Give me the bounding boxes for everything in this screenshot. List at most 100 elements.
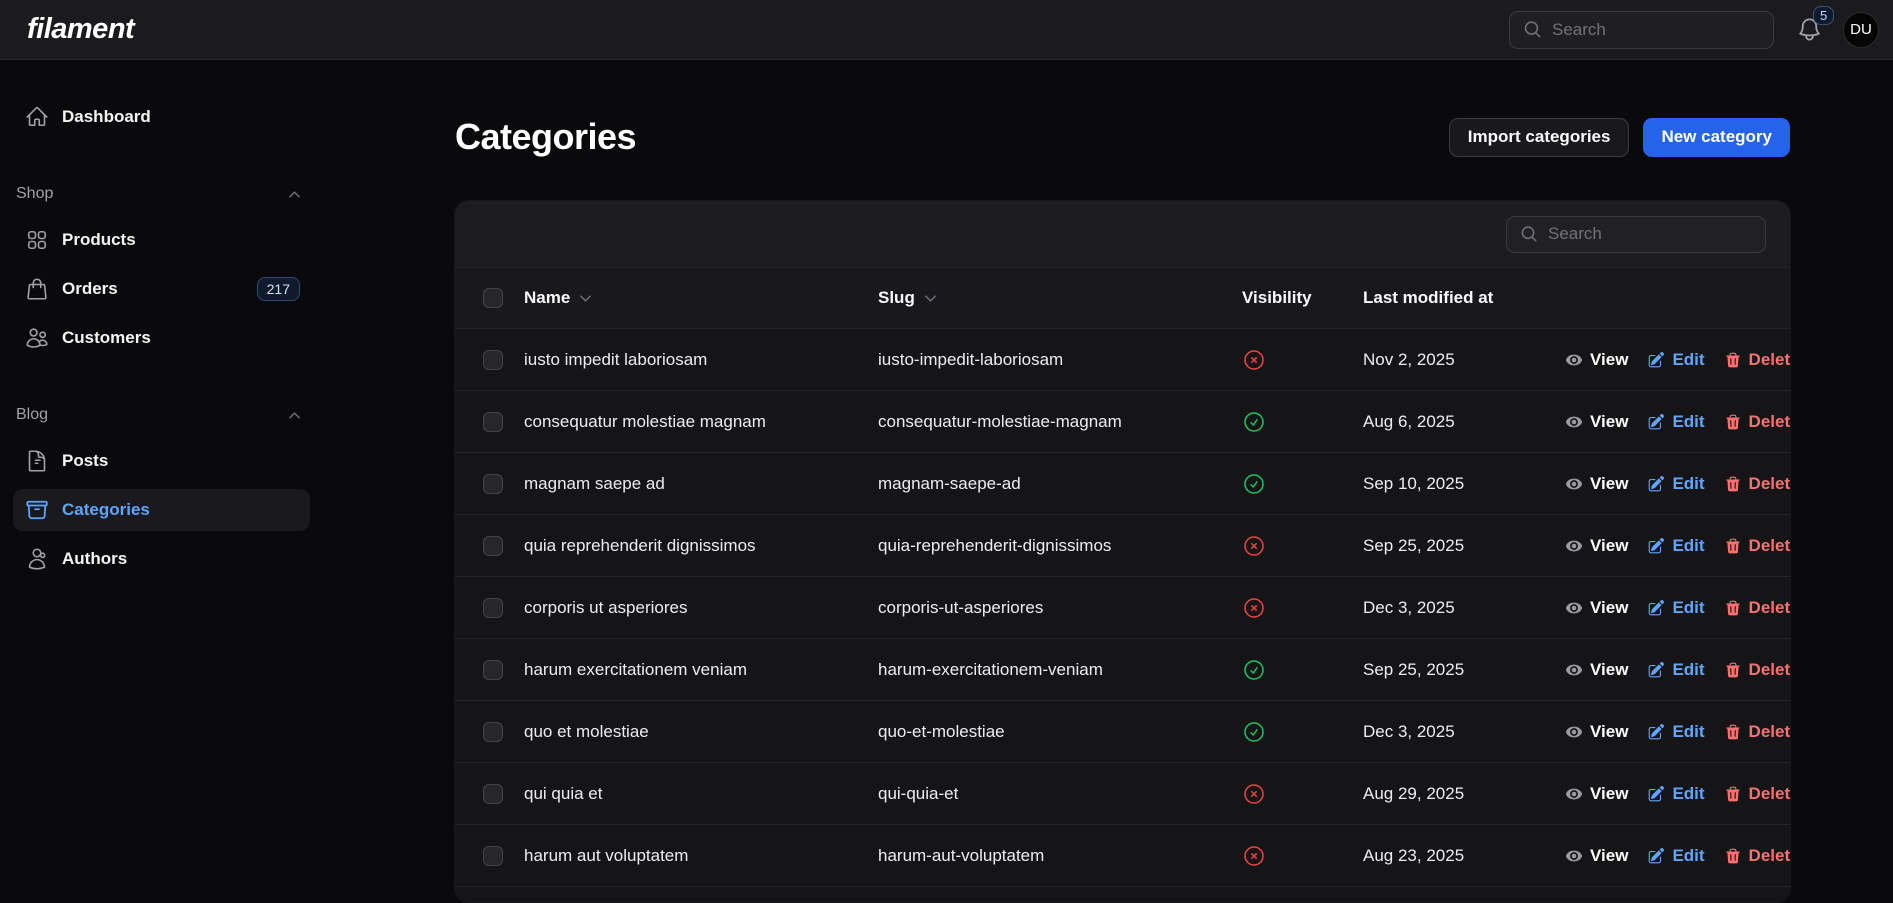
edit-action-label: Edit	[1672, 660, 1704, 680]
user-group-icon	[25, 326, 49, 350]
table-row[interactable]: harum exercitationem veniam harum-exerci…	[455, 639, 1790, 701]
view-action-button[interactable]: View	[1565, 846, 1628, 866]
orders-count-badge: 217	[257, 277, 300, 301]
cell-slug: magnam-saepe-ad	[878, 474, 1242, 494]
row-checkbox[interactable]	[483, 598, 503, 618]
row-checkbox[interactable]	[483, 474, 503, 494]
view-action-button[interactable]: View	[1565, 660, 1628, 680]
sidebar-item-dashboard[interactable]: Dashboard	[13, 96, 310, 138]
trash-icon	[1724, 413, 1742, 431]
row-checkbox[interactable]	[483, 660, 503, 680]
cell-last-modified: Sep 10, 2025	[1363, 474, 1565, 494]
column-header-name[interactable]: Name	[524, 288, 878, 308]
table-row[interactable]: magnam saepe ad magnam-saepe-ad Sep 10, …	[455, 453, 1790, 515]
edit-action-button[interactable]: Edit	[1647, 350, 1704, 370]
row-checkbox[interactable]	[483, 536, 503, 556]
sidebar-group-blog[interactable]: Blog	[16, 406, 302, 424]
table-row[interactable]: quo et molestiae quo-et-molestiae Dec 3,…	[455, 701, 1790, 763]
edit-action-label: Edit	[1672, 350, 1704, 370]
view-action-button[interactable]: View	[1565, 598, 1628, 618]
column-header-slug[interactable]: Slug	[878, 288, 1242, 308]
delete-action-button[interactable]: Delete	[1724, 722, 1790, 742]
view-action-button[interactable]: View	[1565, 722, 1628, 742]
edit-action-button[interactable]: Edit	[1647, 598, 1704, 618]
row-checkbox[interactable]	[483, 846, 503, 866]
view-action-button[interactable]: View	[1565, 412, 1628, 432]
delete-action-button[interactable]: Delete	[1724, 536, 1790, 556]
row-checkbox[interactable]	[483, 722, 503, 742]
view-action-label: View	[1590, 412, 1628, 432]
eye-icon	[1565, 413, 1583, 431]
delete-action-button[interactable]: Delete	[1724, 474, 1790, 494]
table-search-placeholder: Search	[1548, 224, 1602, 244]
column-header-last-modified: Last modified at	[1363, 288, 1565, 308]
cell-slug: iusto-impedit-laboriosam	[878, 350, 1242, 370]
view-action-button[interactable]: View	[1565, 350, 1628, 370]
edit-action-button[interactable]: Edit	[1647, 846, 1704, 866]
view-action-button[interactable]: View	[1565, 536, 1628, 556]
cell-slug: harum-aut-voluptatem	[878, 846, 1242, 866]
view-action-label: View	[1590, 722, 1628, 742]
new-category-button[interactable]: New category	[1643, 118, 1790, 157]
main-content: Categories Import categories New categor…	[325, 60, 1893, 903]
cell-last-modified: Dec 3, 2025	[1363, 598, 1565, 618]
eye-icon	[1565, 723, 1583, 741]
notifications-button[interactable]: 5	[1796, 16, 1823, 43]
table-header-row: Name Slug Visibility Last modified at	[455, 267, 1790, 329]
pencil-square-icon	[1647, 413, 1665, 431]
delete-action-button[interactable]: Delete	[1724, 846, 1790, 866]
table-row[interactable]: qui quia et qui-quia-et Aug 29, 2025 Vie…	[455, 763, 1790, 825]
page-title: Categories	[455, 116, 636, 158]
table-row[interactable]: iusto impedit laboriosam iusto-impedit-l…	[455, 329, 1790, 391]
table-row[interactable]: corporis ut asperiores corporis-ut-asper…	[455, 577, 1790, 639]
sidebar-item-categories[interactable]: Categories	[13, 489, 310, 531]
delete-action-label: Delete	[1749, 660, 1790, 680]
row-checkbox[interactable]	[483, 412, 503, 432]
edit-action-button[interactable]: Edit	[1647, 474, 1704, 494]
view-action-label: View	[1590, 536, 1628, 556]
sidebar-item-posts[interactable]: Posts	[13, 440, 310, 482]
sidebar-item-authors[interactable]: Authors	[13, 538, 310, 580]
delete-action-button[interactable]: Delete	[1724, 412, 1790, 432]
import-categories-button[interactable]: Import categories	[1449, 118, 1630, 157]
global-search-input[interactable]: Search	[1509, 11, 1774, 49]
cell-name: harum exercitationem veniam	[524, 660, 878, 680]
edit-action-button[interactable]: Edit	[1647, 722, 1704, 742]
edit-action-button[interactable]: Edit	[1647, 660, 1704, 680]
pencil-square-icon	[1647, 723, 1665, 741]
edit-action-button[interactable]: Edit	[1647, 536, 1704, 556]
view-action-button[interactable]: View	[1565, 784, 1628, 804]
sidebar-item-products[interactable]: Products	[13, 219, 310, 261]
pencil-square-icon	[1647, 351, 1665, 369]
delete-action-button[interactable]: Delete	[1724, 350, 1790, 370]
user-avatar[interactable]: DU	[1844, 13, 1878, 47]
select-all-checkbox[interactable]	[483, 288, 503, 308]
cell-slug: consequatur-molestiae-magnam	[878, 412, 1242, 432]
table-row[interactable]: quia reprehenderit dignissimos quia-repr…	[455, 515, 1790, 577]
eye-icon	[1565, 351, 1583, 369]
sidebar-item-orders[interactable]: Orders 217	[13, 268, 310, 310]
cell-slug: quia-reprehenderit-dignissimos	[878, 536, 1242, 556]
eye-icon	[1565, 661, 1583, 679]
sidebar-group-shop[interactable]: Shop	[16, 185, 302, 203]
categories-table-card: Search Name Slug Visibility	[455, 201, 1790, 902]
table-row[interactable]: consequatur molestiae magnam consequatur…	[455, 391, 1790, 453]
cell-slug: harum-exercitationem-veniam	[878, 660, 1242, 680]
sidebar-item-label: Customers	[62, 328, 151, 348]
delete-action-button[interactable]: Delete	[1724, 660, 1790, 680]
edit-action-button[interactable]: Edit	[1647, 784, 1704, 804]
edit-action-label: Edit	[1672, 846, 1704, 866]
sidebar-item-customers[interactable]: Customers	[13, 317, 310, 359]
row-checkbox[interactable]	[483, 350, 503, 370]
delete-action-label: Delete	[1749, 722, 1790, 742]
view-action-button[interactable]: View	[1565, 474, 1628, 494]
delete-action-button[interactable]: Delete	[1724, 598, 1790, 618]
pencil-square-icon	[1647, 475, 1665, 493]
table-search-input[interactable]: Search	[1506, 216, 1766, 253]
edit-action-button[interactable]: Edit	[1647, 412, 1704, 432]
delete-action-button[interactable]: Delete	[1724, 784, 1790, 804]
table-row[interactable]: harum aut voluptatem harum-aut-voluptate…	[455, 825, 1790, 887]
row-checkbox[interactable]	[483, 784, 503, 804]
cell-name: iusto impedit laboriosam	[524, 350, 878, 370]
topbar: filament Search 5 DU	[0, 0, 1893, 60]
